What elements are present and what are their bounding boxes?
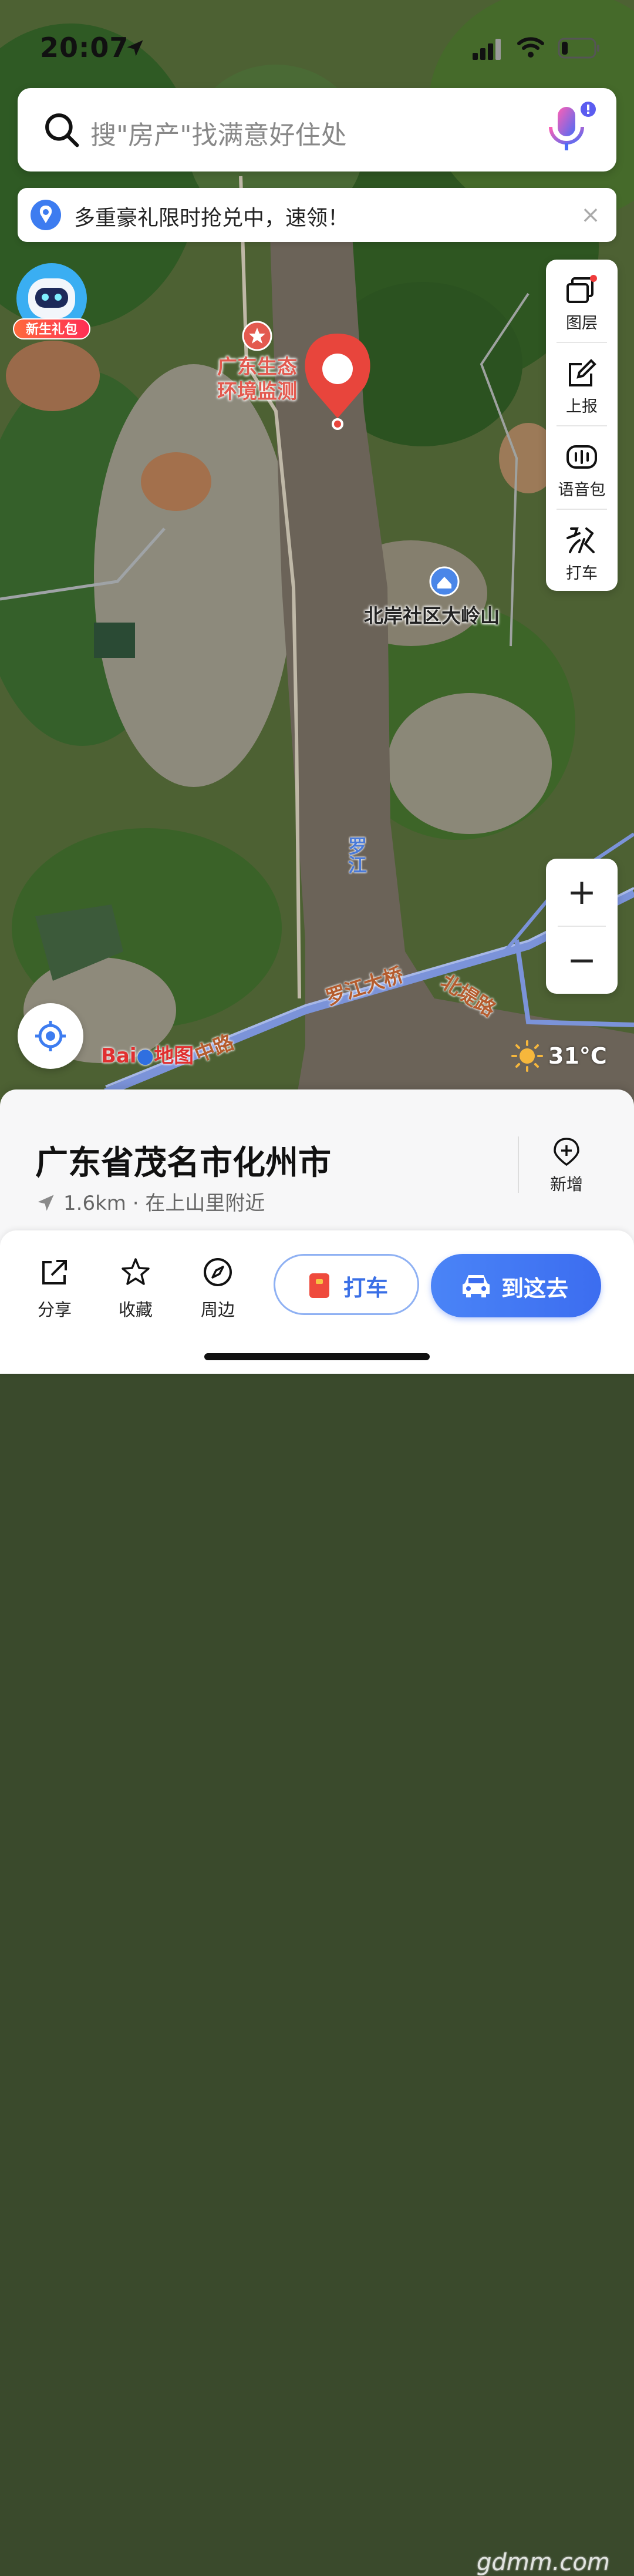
search-bar[interactable]: 搜"房产"找满意好住处 <box>18 88 616 171</box>
add-location-icon <box>554 1138 579 1166</box>
taxi-button-label: 打车 <box>343 1275 389 1301</box>
promo-text: 多重豪礼限时抢兑中，速领！ <box>74 206 349 230</box>
navigation-arrow-icon <box>38 1195 54 1211</box>
share-label: 分享 <box>37 1300 72 1320</box>
voice-pack-icon <box>566 445 597 469</box>
place-distance: 1.6km <box>63 1192 126 1215</box>
star-poi-icon <box>242 321 272 351</box>
tool-taxi-label: 打车 <box>566 564 598 583</box>
star-icon <box>122 1258 150 1285</box>
location-arrow-icon <box>127 40 143 56</box>
place-nearby: 在上山里附近 <box>145 1192 265 1215</box>
microphone-icon[interactable] <box>534 101 599 160</box>
favorite-button[interactable]: 收藏 <box>103 1256 168 1321</box>
add-place-label: 新增 <box>549 1175 583 1194</box>
compass-icon <box>204 1258 232 1286</box>
gift-label: 新生礼包 <box>13 318 90 339</box>
poi-label-environment-monitoring[interactable]: 广东生态 环境监测 <box>210 355 304 404</box>
search-input[interactable]: 搜"房产"找满意好住处 <box>90 114 346 152</box>
navigate-here-label: 到这去 <box>501 1276 569 1302</box>
zoom-in-button[interactable]: + <box>546 859 618 926</box>
baidu-map-logo: Bai●地图 <box>101 1044 194 1068</box>
community-poi-icon <box>429 566 460 597</box>
close-icon[interactable]: × <box>574 199 607 231</box>
tool-taxi[interactable]: 打车 <box>546 510 618 592</box>
status-time: 20:07 <box>40 32 129 63</box>
place-subtitle: 1.6km · 在上山里附近 <box>35 1187 265 1216</box>
zoom-control: + − <box>546 859 618 994</box>
add-place-button[interactable]: 新增 <box>528 1136 605 1201</box>
car-icon <box>463 1275 490 1297</box>
sun-icon <box>511 1040 543 1072</box>
map-pin-icon <box>31 200 61 230</box>
tool-layers-label: 图层 <box>566 314 598 332</box>
share-button[interactable]: 分享 <box>22 1256 87 1321</box>
bottom-action-bar: 分享 收藏 周边 打车 到这去 gdmm.com <box>0 1230 634 2576</box>
taxi-icon <box>566 527 595 553</box>
navigate-here-button[interactable]: 到这去 <box>431 1254 601 1317</box>
logo-text-bai: Bai <box>101 1044 137 1068</box>
place-title: 广东省茂名市化州市 <box>35 1144 331 1182</box>
tool-report[interactable]: 上报 <box>546 343 618 425</box>
tool-layers[interactable]: 图层 <box>546 260 618 342</box>
place-separator: · <box>132 1192 139 1215</box>
home-indicator[interactable] <box>204 1353 430 1360</box>
gift-badge[interactable]: 新生礼包 <box>13 263 90 339</box>
status-bar: 20:07 <box>0 0 634 88</box>
share-icon <box>42 1260 67 1284</box>
report-icon <box>569 359 596 386</box>
battery-icon <box>558 38 599 59</box>
nearby-label: 周边 <box>200 1300 235 1320</box>
red-packet-icon <box>309 1273 329 1298</box>
cellular-signal-icon <box>473 39 501 60</box>
weather-temp: 31°C <box>548 1043 607 1069</box>
locate-me-button[interactable] <box>18 1003 83 1069</box>
promo-banner[interactable]: 多重豪礼限时抢兑中，速领！ × <box>18 188 616 242</box>
favorite-label: 收藏 <box>118 1300 153 1320</box>
crosshair-icon <box>35 1021 66 1051</box>
river-label: 罗江 <box>345 836 367 874</box>
map-tools-panel: 图层 上报 语音包 打车 <box>546 260 618 591</box>
search-icon <box>45 113 79 147</box>
wifi-icon <box>517 37 544 58</box>
tool-voice-pack-label: 语音包 <box>558 481 606 499</box>
zoom-out-button[interactable]: − <box>546 927 618 994</box>
layers-icon <box>566 275 597 303</box>
taxi-button[interactable]: 打车 <box>274 1254 419 1315</box>
tool-voice-pack[interactable]: 语音包 <box>546 426 618 509</box>
poi-label-community[interactable]: 北岸社区大岭山 <box>364 600 500 628</box>
tool-report-label: 上报 <box>566 398 598 416</box>
watermark: gdmm.com <box>477 2549 610 2576</box>
logo-text-map: 地图 <box>154 1044 194 1068</box>
nearby-button[interactable]: 周边 <box>186 1256 250 1321</box>
